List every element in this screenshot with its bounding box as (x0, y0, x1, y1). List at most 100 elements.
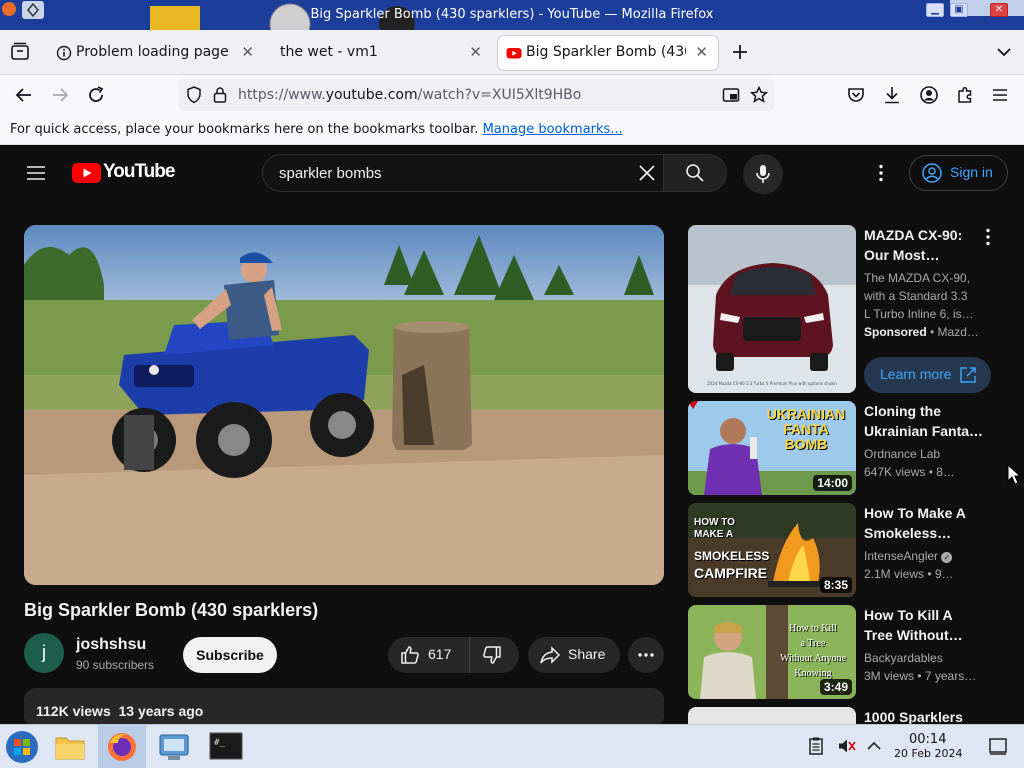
recommendation-item[interactable]: 1000 Sparklers (688, 707, 1008, 724)
search-box[interactable]: sparkler bombs (262, 154, 664, 192)
terminal-icon[interactable]: #_ (208, 729, 244, 765)
more-actions-button[interactable] (628, 637, 664, 673)
clear-search-icon[interactable] (635, 161, 659, 185)
ad-title[interactable]: MAZDA CX-90: Our Most… (864, 225, 984, 265)
thumbnail-text-line: BOMB (784, 436, 828, 452)
microphone-icon (756, 165, 770, 183)
thumbnail-text-line: Without Anyone (780, 653, 846, 664)
video-title-line-1: Cloning the (864, 403, 941, 419)
thumbnail-text-line: HOW TO (694, 517, 735, 528)
close-window-button[interactable]: ✕ (990, 3, 1008, 17)
close-icon: ✕ (994, 4, 1004, 15)
video-player[interactable] (24, 225, 664, 585)
youtube-logo[interactable]: YouTube (72, 161, 175, 185)
like-button[interactable]: 617 (388, 637, 470, 673)
search-button[interactable] (664, 154, 727, 192)
tab-label: Problem loading page (76, 44, 229, 60)
video-title[interactable]: Cloning the Ukrainian Fanta… (864, 401, 984, 441)
like-count: 617 (428, 646, 452, 662)
ad-thumbnail[interactable]: 2024 Mazda CX-90 3.3 Turbo S Premium Plu… (688, 225, 856, 393)
channel-name[interactable]: Ordnance Lab (864, 445, 994, 463)
video-title[interactable]: How To Make A Smokeless… (864, 503, 984, 543)
recommendation-item[interactable]: How to Kill a Tree Without Anyone Knowin… (688, 605, 1008, 699)
tab-label: the wet - vm1 (280, 44, 378, 60)
subscriber-count: 90 subscribers (76, 658, 155, 672)
new-tab-plus-icon[interactable] (728, 40, 752, 64)
video-title: Big Sparkler Bomb (430 sparklers) (24, 600, 319, 620)
video-title[interactable]: How To Kill A Tree Without… (864, 605, 984, 645)
close-tab-icon[interactable]: ✕ (695, 43, 708, 61)
channel-avatar[interactable]: j (24, 633, 64, 673)
minimize-button[interactable]: ▁ (926, 3, 944, 17)
video-title[interactable]: 1000 Sparklers (864, 707, 984, 724)
recommendation-item[interactable]: UKRAINIAN FANTA BOMB 14:00 Cloning the U… (688, 401, 1008, 495)
close-tab-icon[interactable]: ✕ (469, 43, 482, 61)
tab-the-wet[interactable]: the wet - vm1 ✕ (272, 36, 492, 70)
open-external-icon (960, 367, 976, 383)
file-manager-icon[interactable] (52, 729, 88, 765)
guide-menu-icon[interactable] (24, 161, 48, 185)
thumbs-down-icon[interactable] (480, 643, 504, 667)
channel-name[interactable]: IntenseAngler (864, 549, 938, 563)
tab-overview-icon[interactable] (8, 40, 32, 64)
show-desktop-icon[interactable] (988, 736, 1008, 756)
pocket-icon[interactable] (844, 83, 868, 107)
video-thumbnail[interactable] (688, 707, 856, 724)
channel-name[interactable]: Backyardables (864, 649, 994, 667)
lock-icon[interactable] (208, 83, 232, 107)
url-bar[interactable]: https://www.youtube.com/watch?v=XUI5Xlt9… (178, 79, 775, 111)
view-count-and-date: 112K views 13 years ago (36, 703, 203, 719)
downloads-icon[interactable] (880, 83, 904, 107)
window-titlebar[interactable]: Big Sparkler Bomb (430 sparklers) - YouT… (0, 0, 1024, 30)
control-panel-icon[interactable] (156, 729, 192, 765)
tab-problem-loading[interactable]: Problem loading page ✕ (48, 36, 264, 70)
account-icon[interactable] (917, 83, 941, 107)
clock-date[interactable]: 20 Feb 2024 (894, 747, 962, 760)
channel-name[interactable]: joshshsu (76, 636, 146, 654)
video-frame-image (24, 225, 664, 585)
forward-arrow-icon[interactable] (48, 83, 72, 107)
video-title-line-2: Ukrainian Fanta… (864, 423, 984, 439)
bookmark-star-icon[interactable] (747, 83, 771, 107)
views-and-age: 2.1M views • 9… (864, 567, 954, 581)
youtube-play-logo-icon (72, 163, 101, 183)
video-thumbnail[interactable]: How to Kill a Tree Without Anyone Knowin… (688, 605, 856, 699)
extensions-puzzle-icon[interactable] (953, 83, 977, 107)
manage-bookmarks-link[interactable]: Manage bookmarks... (483, 122, 623, 137)
search-input[interactable]: sparkler bombs (279, 165, 382, 182)
ad-more-vert-icon[interactable] (976, 225, 1000, 249)
volume-muted-icon[interactable] (836, 736, 856, 756)
firefox-taskbar-button[interactable] (98, 725, 146, 768)
recommendation-item[interactable]: HOW TO MAKE A SMOKELESS CAMPFIRE 8:35 Ho… (688, 503, 1008, 597)
share-button[interactable]: Share (528, 637, 620, 673)
navigation-toolbar: https://www.youtube.com/watch?v=XUI5Xlt9… (0, 75, 1024, 115)
recommendation-ad[interactable]: 2024 Mazda CX-90 3.3 Turbo S Premium Plu… (688, 225, 1008, 393)
picture-in-picture-icon[interactable] (719, 83, 743, 107)
video-thumbnail[interactable]: HOW TO MAKE A SMOKELESS CAMPFIRE 8:35 (688, 503, 856, 597)
youtube-logo-text: YouTube (103, 161, 175, 182)
start-orb-icon[interactable] (4, 729, 40, 765)
clock-time[interactable]: 00:14 (909, 732, 946, 747)
clipboard-icon[interactable] (806, 736, 826, 756)
hamburger-menu-icon[interactable] (988, 83, 1012, 107)
tray-chevron-icon[interactable] (864, 736, 884, 756)
more-vert-icon[interactable] (869, 161, 893, 185)
description-box[interactable]: 112K views 13 years ago (24, 688, 664, 728)
maximize-button[interactable]: ▣ (950, 3, 968, 17)
tracking-shield-icon[interactable] (182, 83, 206, 107)
thumbs-up-icon (401, 646, 419, 664)
list-all-tabs-chevron-icon[interactable] (992, 40, 1016, 64)
info-icon (56, 45, 72, 61)
back-arrow-icon[interactable] (12, 83, 36, 107)
ad-title-line-1: MAZDA CX-90: (864, 227, 963, 243)
reload-icon[interactable] (84, 83, 108, 107)
url-text[interactable]: https://www.youtube.com/watch?v=XUI5Xlt9… (238, 87, 581, 103)
tab-big-sparkler-bomb[interactable]: Big Sparkler Bomb (430 ✕ (498, 36, 718, 70)
subscribe-button[interactable]: Subscribe (183, 637, 277, 673)
learn-more-button[interactable]: Learn more (864, 357, 991, 393)
sign-in-button[interactable]: Sign in (909, 155, 1008, 191)
video-thumbnail[interactable]: UKRAINIAN FANTA BOMB 14:00 (688, 401, 856, 495)
thumbnail-text-line: FANTA (783, 421, 829, 437)
close-tab-icon[interactable]: ✕ (241, 43, 254, 61)
voice-search-button[interactable] (743, 154, 783, 194)
